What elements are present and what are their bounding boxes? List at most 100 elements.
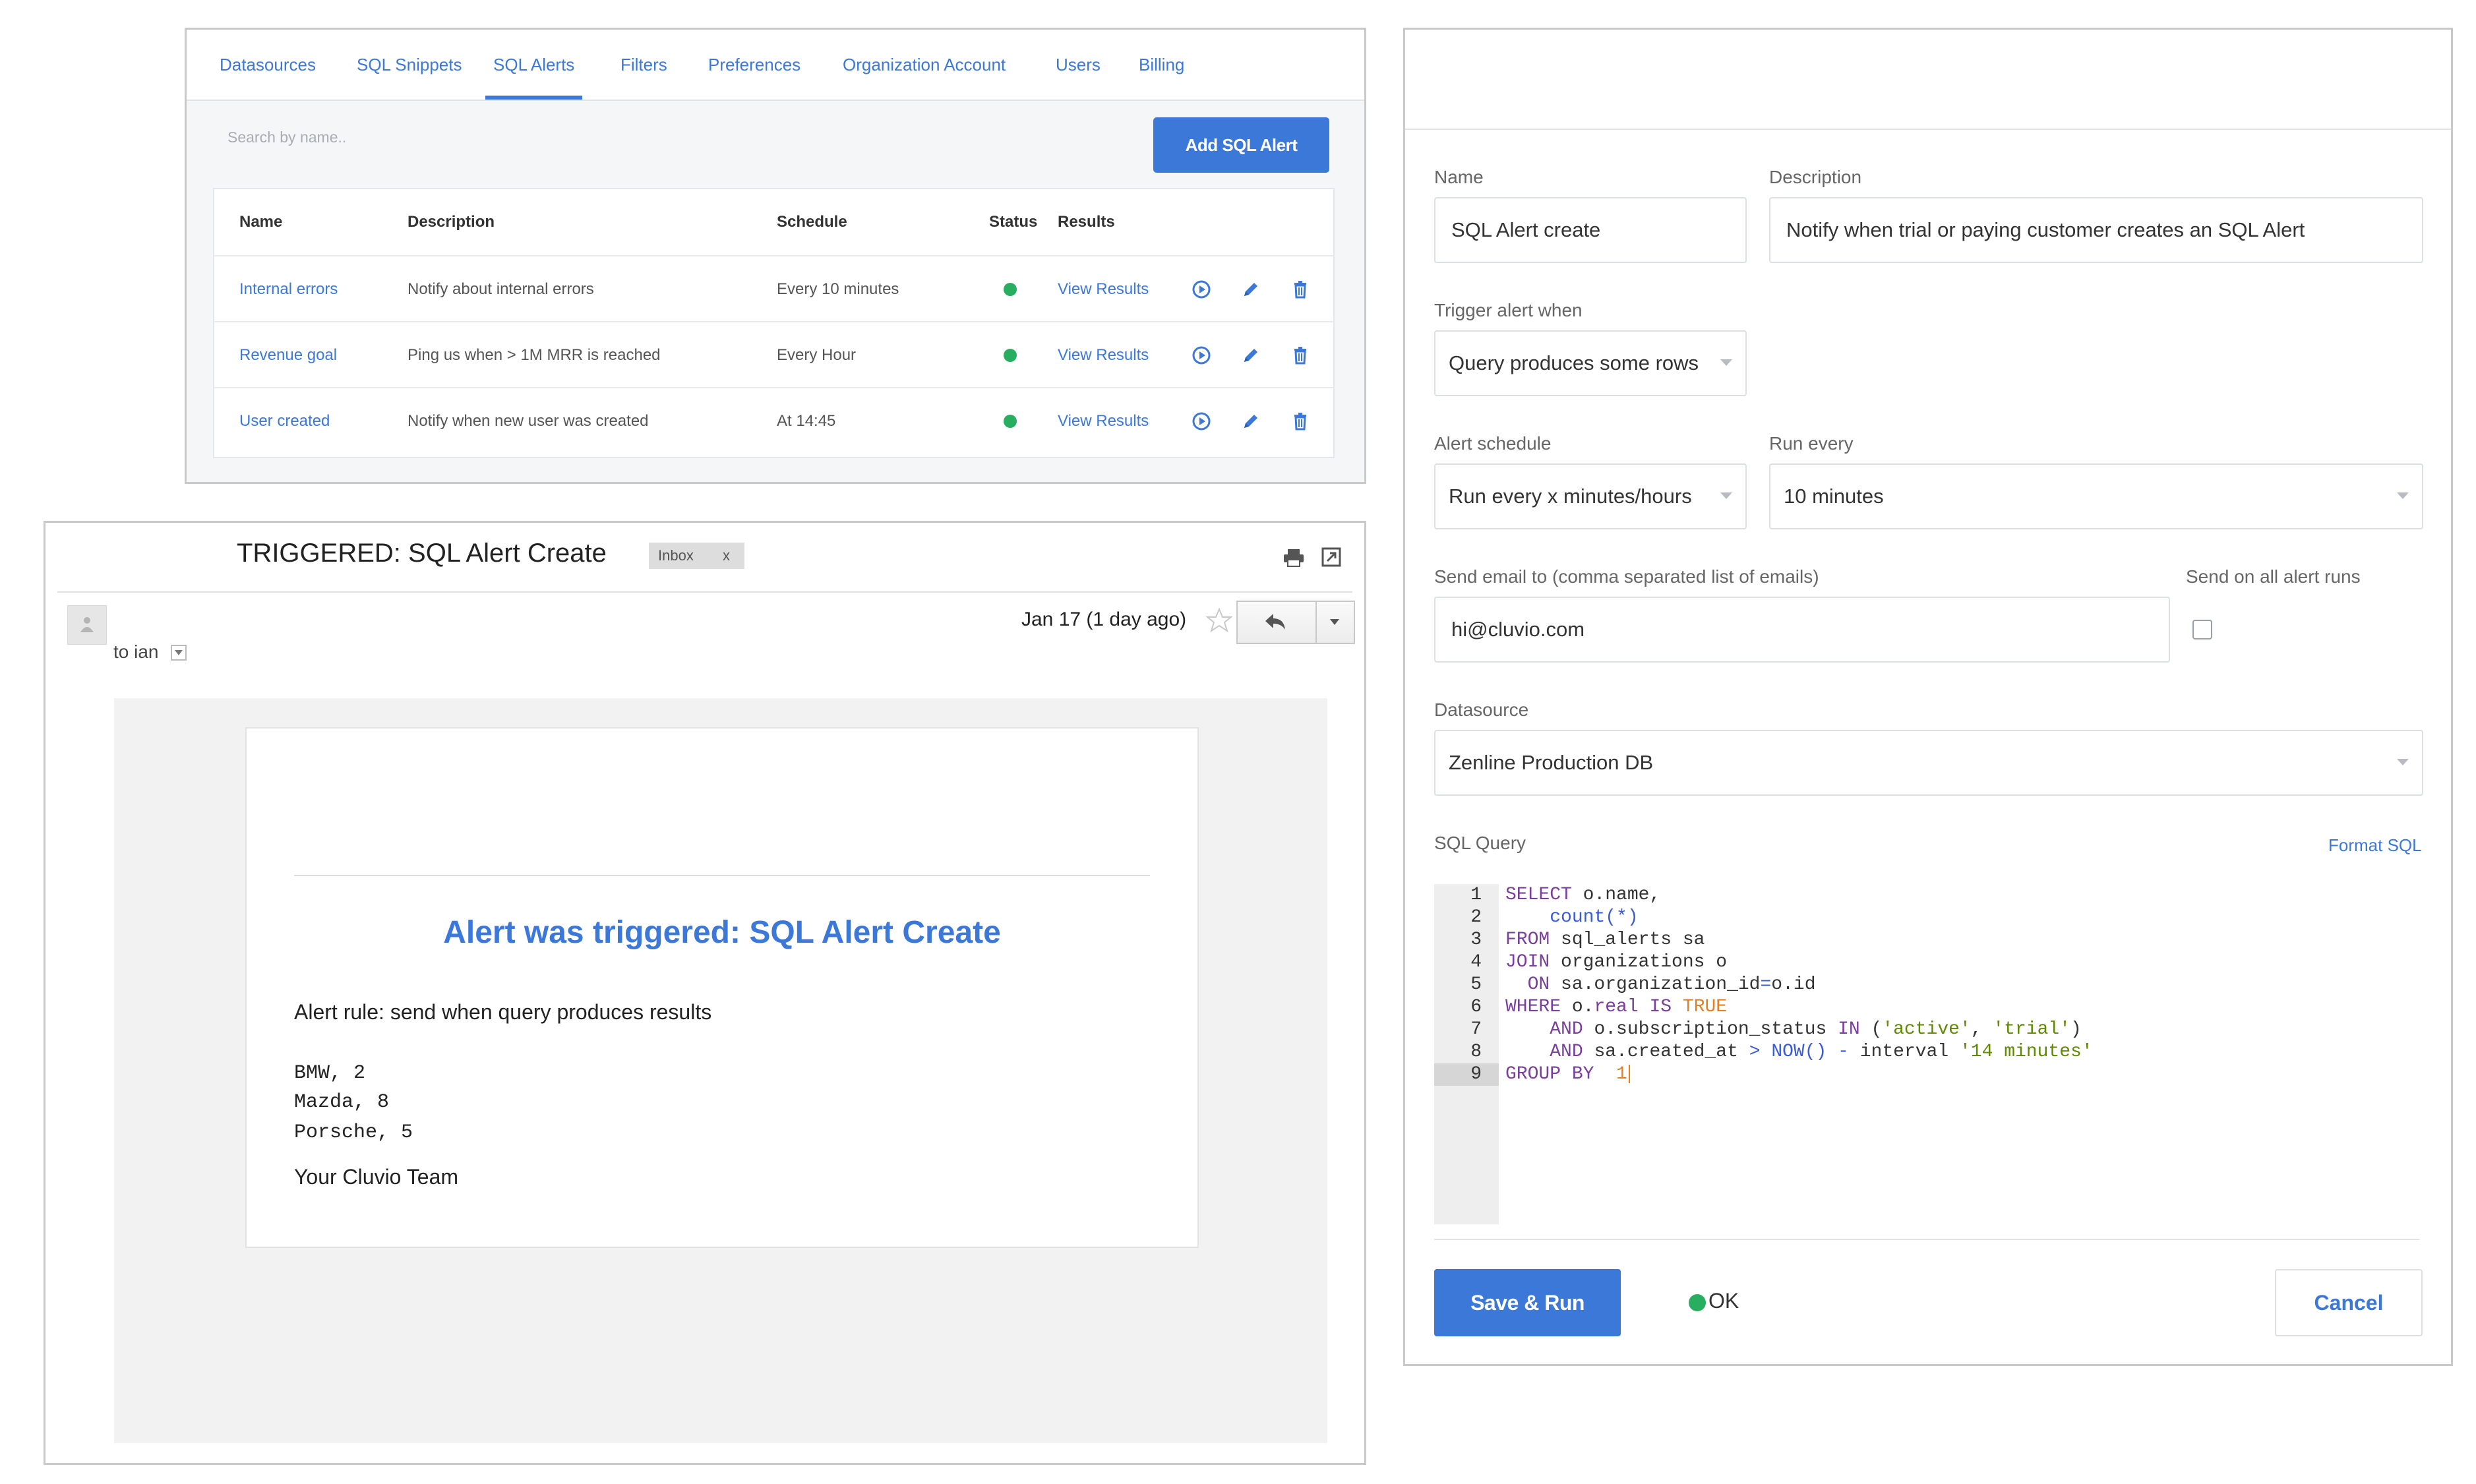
line-number: 5 [1470, 974, 1482, 995]
alerts-table: Name Description Schedule Status Results… [213, 188, 1335, 458]
trigger-select[interactable]: Query produces some rows [1434, 330, 1747, 396]
tab-sql-alerts[interactable]: SQL Alerts [485, 30, 583, 100]
trash-icon[interactable] [1290, 411, 1311, 432]
text-cursor [1628, 1064, 1630, 1083]
add-sql-alert-button[interactable]: Add SQL Alert [1153, 117, 1329, 173]
schedule-label: Alert schedule [1434, 433, 1552, 454]
description-value: Notify when trial or paying customer cre… [1786, 218, 2305, 241]
inbox-label-remove[interactable]: x [723, 543, 730, 569]
view-results-link[interactable]: View Results [1058, 256, 1149, 322]
alert-schedule: At 14:45 [777, 412, 836, 430]
trash-icon[interactable] [1290, 345, 1311, 366]
line-number: 3 [1470, 930, 1482, 950]
save-and-run-button[interactable]: Save & Run [1434, 1269, 1621, 1336]
settings-tabs: Datasources SQL Snippets SQL Alerts Filt… [187, 30, 1364, 101]
code-line: AND o.subscription_status IN ('active', … [1550, 1019, 2082, 1040]
email-value: hi@cluvio.com [1451, 618, 1585, 641]
tab-datasources[interactable]: Datasources [220, 30, 316, 100]
run-icon[interactable] [1191, 411, 1212, 432]
reply-separator [1315, 602, 1317, 643]
tab-preferences[interactable]: Preferences [708, 30, 800, 100]
chevron-down-icon [2397, 759, 2409, 765]
send-all-checkbox[interactable] [2192, 620, 2212, 639]
column-header-name: Name [239, 213, 283, 231]
sql-keyword: FROM [1505, 930, 1550, 950]
code-line: AND sa.created_at > NOW() - interval '14… [1550, 1042, 2093, 1062]
run-every-label: Run every [1769, 433, 1854, 454]
tab-billing[interactable]: Billing [1139, 30, 1184, 100]
alert-name-link[interactable]: Internal errors [239, 256, 338, 322]
inbox-label[interactable]: Inbox x [649, 543, 744, 569]
column-header-status: Status [989, 213, 1038, 231]
column-header-schedule: Schedule [777, 213, 847, 231]
email-date: Jan 17 (1 day ago) [1021, 608, 1187, 630]
line-number: 7 [1470, 1019, 1482, 1040]
name-label: Name [1434, 167, 1484, 187]
reply-icon [1265, 614, 1285, 630]
trigger-label: Trigger alert when [1434, 300, 1583, 320]
code-line: ON sa.organization_id=o.id [1527, 974, 1816, 995]
email-field[interactable]: hi@cluvio.com [1434, 597, 2170, 663]
reply-button[interactable] [1236, 601, 1355, 644]
tab-users[interactable]: Users [1056, 30, 1101, 100]
inbox-label-text: Inbox [658, 547, 694, 564]
sql-keyword: JOIN [1505, 952, 1550, 972]
status-dot [1004, 283, 1017, 296]
schedule-value: Run every x minutes/hours [1449, 485, 1692, 508]
sql-editor[interactable]: 1 2 3 4 5 6 7 8 9 SELECT o.name, count(*… [1434, 884, 2423, 1224]
code-line: count(*) [1505, 906, 1639, 929]
tab-filters[interactable]: Filters [620, 30, 667, 100]
star-icon[interactable] [1206, 607, 1232, 634]
status-dot [1004, 349, 1017, 362]
tab-organization-account[interactable]: Organization Account [843, 30, 1006, 100]
view-results-link[interactable]: View Results [1058, 388, 1149, 454]
email-recipient: to ian [113, 641, 159, 662]
edit-icon[interactable] [1240, 411, 1261, 432]
alert-description: Ping us when > 1M MRR is reached [408, 346, 661, 364]
cancel-button[interactable]: Cancel [2275, 1269, 2423, 1336]
run-icon[interactable] [1191, 345, 1212, 366]
datasource-value: Zenline Production DB [1449, 751, 1654, 774]
table-row: Internal errors Notify about internal er… [214, 255, 1333, 322]
datasource-select[interactable]: Zenline Production DB [1434, 730, 2423, 796]
run-every-select[interactable]: 10 minutes [1769, 463, 2423, 529]
alert-name-link[interactable]: Revenue goal [239, 322, 337, 388]
new-window-icon[interactable] [1321, 547, 1342, 568]
line-number: 2 [1470, 907, 1482, 928]
result-line: Mazda, 8 [294, 1091, 390, 1113]
line-number: 8 [1470, 1042, 1482, 1062]
chevron-down-icon [1720, 359, 1732, 366]
send-all-label: Send on all alert runs [2186, 566, 2361, 587]
search-input[interactable]: Search by name.. [227, 129, 346, 146]
sql-keyword: GROUP BY [1505, 1064, 1594, 1084]
sql-keyword: AND [1550, 1042, 1583, 1062]
email-signature: Your Cluvio Team [294, 1165, 459, 1189]
person-icon [80, 617, 94, 632]
view-results-link[interactable]: View Results [1058, 322, 1149, 388]
name-field[interactable]: SQL Alert create [1434, 197, 1747, 263]
description-field[interactable]: Notify when trial or paying customer cre… [1769, 197, 2423, 263]
format-sql-link[interactable]: Format SQL [2328, 835, 2422, 856]
trash-icon[interactable] [1290, 279, 1311, 300]
run-every-value: 10 minutes [1784, 485, 1884, 508]
tab-sql-snippets[interactable]: SQL Snippets [357, 30, 462, 100]
name-value: SQL Alert create [1451, 218, 1601, 241]
run-icon[interactable] [1191, 279, 1212, 300]
print-icon[interactable] [1283, 548, 1305, 568]
alert-description: Notify when new user was created [408, 412, 649, 430]
result-line: BMW, 2 [294, 1062, 366, 1084]
edit-icon[interactable] [1240, 279, 1261, 300]
email-message-card: Alert was triggered: SQL Alert Create Al… [245, 727, 1199, 1248]
chevron-down-icon [2397, 492, 2409, 499]
card-divider [294, 875, 1150, 876]
edit-icon[interactable] [1240, 345, 1261, 366]
alert-name-link[interactable]: User created [239, 388, 330, 454]
code-line: GROUP BY 1 [1505, 1063, 1630, 1086]
email-subject: TRIGGERED: SQL Alert Create [237, 539, 607, 568]
chevron-down-icon[interactable] [1330, 619, 1339, 625]
schedule-select[interactable]: Run every x minutes/hours [1434, 463, 1747, 529]
recipient-details-toggle[interactable] [171, 645, 187, 661]
status-ok-dot [1689, 1294, 1706, 1311]
sql-function: count(*) [1550, 907, 1639, 928]
form-divider [1434, 1239, 2419, 1240]
